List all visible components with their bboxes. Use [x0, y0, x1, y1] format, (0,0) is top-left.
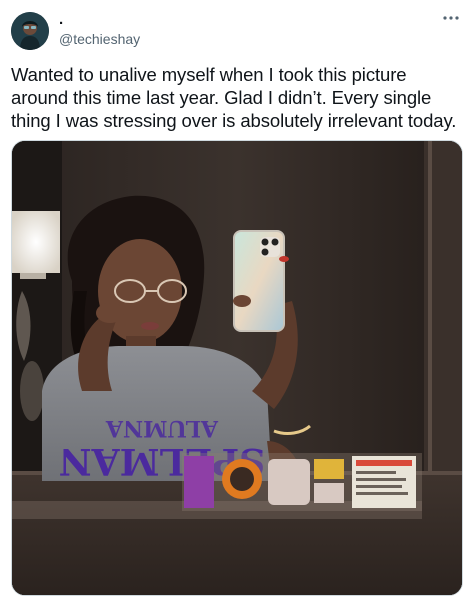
user-handle[interactable]: @techieshay [59, 31, 140, 47]
tweet-text: Wanted to unalive myself when I took thi… [11, 64, 457, 131]
user-avatar-icon [11, 12, 49, 50]
more-dots-icon [443, 16, 459, 20]
tweet-card: . @techieshay Wanted to unalive myself w… [0, 0, 473, 607]
avatar[interactable] [11, 12, 49, 50]
more-options-button[interactable] [439, 10, 463, 26]
display-name[interactable]: . [59, 12, 63, 28]
mirror-selfie-image: SPELMAN ALUMNA [12, 141, 462, 595]
shirt-print-line2: ALUMNA [105, 415, 219, 441]
tweet-photo[interactable]: SPELMAN ALUMNA [11, 140, 463, 596]
